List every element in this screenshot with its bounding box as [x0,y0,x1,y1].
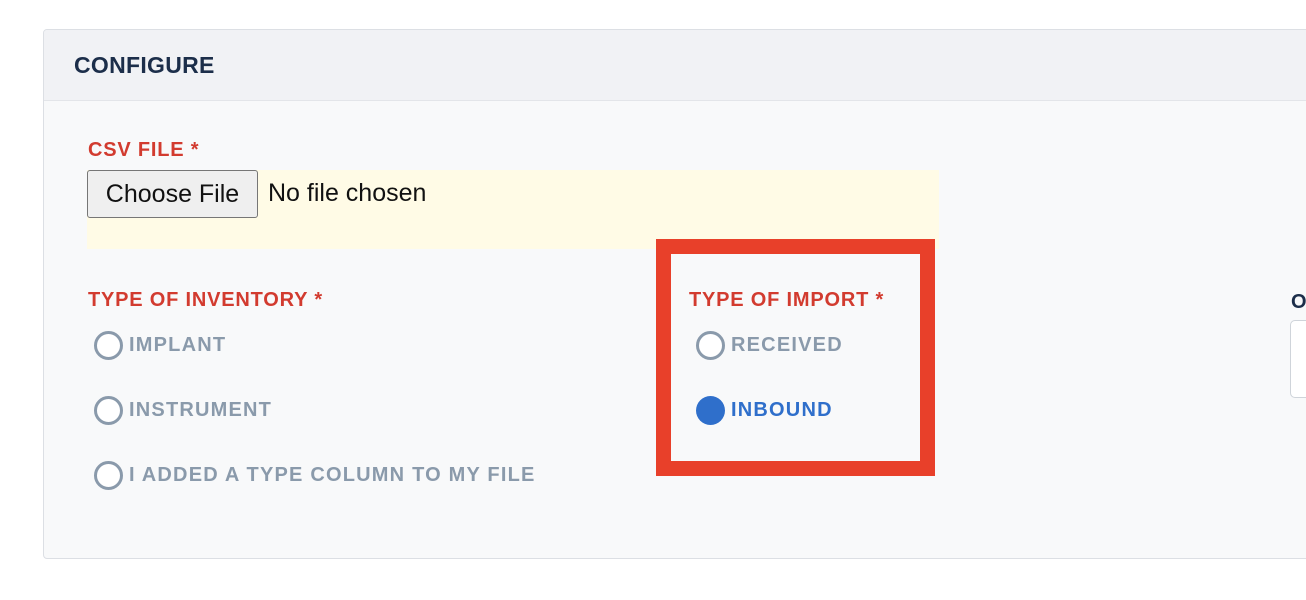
third-column-label: O [1291,291,1306,313]
file-status-text: No file chosen [268,179,427,207]
third-column-input[interactable] [1290,320,1306,398]
radio-label: I ADDED A TYPE COLUMN TO MY FILE [129,464,536,486]
radio-option-instrument[interactable]: INSTRUMENT [94,396,272,425]
choose-file-button[interactable]: Choose File [87,170,258,218]
type-of-inventory-label-text: TYPE OF INVENTORY [88,289,308,311]
radio-label: IMPLANT [129,334,227,356]
required-mark: * [190,139,200,161]
panel-title: CONFIGURE [74,51,215,78]
file-input-zone: Choose File No file chosen [87,170,939,249]
radio-button[interactable] [94,461,123,490]
radio-button[interactable] [94,396,123,425]
radio-option-type-column[interactable]: I ADDED A TYPE COLUMN TO MY FILE [94,461,536,490]
radio-button[interactable] [94,331,123,360]
csv-file-label-text: CSV FILE [88,139,185,161]
panel-header: CONFIGURE [44,30,1306,101]
type-of-inventory-label: TYPE OF INVENTORY * [88,289,323,312]
csv-file-label: CSV FILE * [88,139,199,162]
highlight-annotation-box [656,239,935,476]
radio-option-implant[interactable]: IMPLANT [94,331,226,360]
radio-label: INSTRUMENT [129,399,273,421]
required-mark: * [314,289,323,311]
